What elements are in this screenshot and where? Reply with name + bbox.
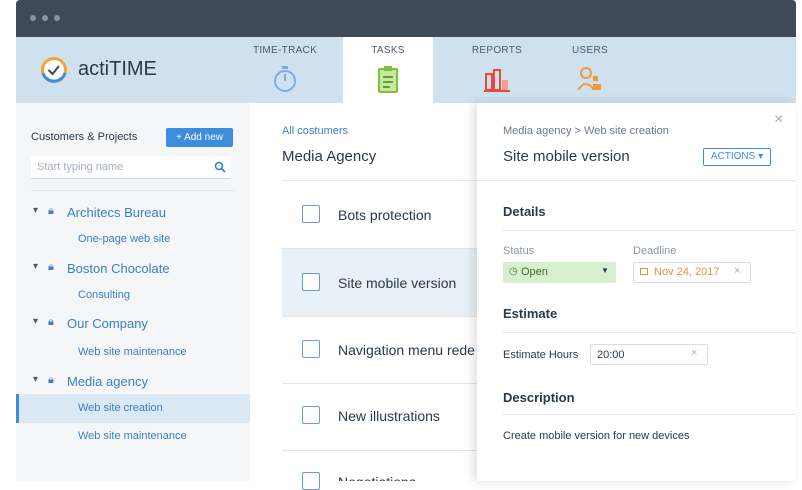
description-heading: Description (503, 390, 575, 405)
page-title: Media Agency (282, 148, 377, 165)
list-divider (282, 248, 477, 249)
lock-icon: 🔒︎ (48, 261, 54, 273)
task-item[interactable]: Bots protection (338, 207, 431, 223)
details-heading: Details (503, 204, 546, 219)
sidebar-title: Customers & Projects (31, 131, 138, 143)
window-zoom-dot[interactable] (54, 15, 60, 21)
collapse-arrow-icon[interactable]: ▾ (33, 261, 38, 272)
detail-breadcrumb[interactable]: Media agency > Web site creation (503, 125, 669, 137)
task-checkbox[interactable] (302, 406, 320, 424)
sidebar-divider (31, 190, 235, 191)
tab-tasks-label: TASKS (371, 45, 405, 56)
deadline-value: Nov 24, 2017 (654, 266, 720, 278)
task-item[interactable]: Navigation menu rede (338, 342, 477, 358)
list-divider (282, 383, 477, 384)
actitime-logo-icon (41, 57, 67, 83)
lock-icon: 🔒︎ (48, 374, 54, 386)
clear-deadline-icon[interactable]: × (734, 265, 740, 277)
breadcrumb[interactable]: All costumers (282, 125, 348, 137)
clock-icon: ◷ (509, 266, 518, 277)
list-divider (282, 316, 477, 317)
section-divider (503, 332, 796, 333)
tab-users-label: USERS (572, 45, 608, 56)
customer-item[interactable]: Media agency (67, 374, 148, 389)
clipboard-icon (378, 66, 398, 93)
status-dropdown[interactable] (503, 262, 616, 283)
app-name: actiTIME (78, 58, 157, 80)
project-item[interactable]: Web site maintenance (78, 430, 187, 442)
window-minimize-dot[interactable] (42, 15, 48, 21)
lock-icon: 🔒︎ (48, 316, 54, 328)
chevron-down-icon: ▼ (601, 266, 609, 275)
customer-item[interactable]: Architecs Bureau (67, 205, 166, 220)
task-checkbox[interactable] (302, 340, 320, 358)
description-text[interactable]: Create mobile version for new devices (503, 430, 689, 442)
list-divider (282, 450, 477, 451)
search-placeholder: Start typing name (37, 161, 124, 173)
bar-chart-icon (484, 69, 510, 92)
users-icon (577, 67, 601, 91)
task-item[interactable]: Negotiations (338, 473, 416, 481)
stopwatch-icon (274, 66, 296, 92)
detail-title: Site mobile version (503, 148, 630, 165)
task-item[interactable]: Site mobile version (338, 275, 456, 291)
project-item[interactable]: Consulting (78, 289, 130, 301)
estimate-heading: Estimate (503, 306, 558, 321)
estimate-label: Estimate Hours (503, 349, 579, 361)
list-divider (282, 180, 477, 181)
section-divider (503, 414, 796, 415)
collapse-arrow-icon[interactable]: ▾ (33, 205, 38, 216)
task-item[interactable]: New illustrations (338, 408, 440, 424)
collapse-arrow-icon[interactable]: ▾ (33, 316, 38, 327)
customer-item[interactable]: Our Company (67, 316, 148, 331)
status-value: Open (521, 266, 548, 278)
tab-users[interactable]: USERS (545, 37, 635, 103)
task-checkbox[interactable] (302, 472, 320, 490)
panel-divider (477, 180, 796, 181)
actions-button[interactable]: ACTIONS ▾ (703, 148, 771, 166)
lock-icon: 🔒︎ (48, 205, 54, 217)
window-close-dot[interactable] (30, 15, 36, 21)
deadline-label: Deadline (633, 245, 677, 257)
close-icon[interactable]: × (774, 111, 783, 129)
section-divider (503, 230, 796, 231)
status-label: Status (503, 245, 535, 257)
task-checkbox[interactable] (302, 273, 320, 291)
customer-item[interactable]: Boston Chocolate (67, 261, 170, 276)
tab-tasks[interactable]: TASKS (343, 37, 433, 103)
tab-reports-label: REPORTS (471, 45, 523, 56)
project-item-selected[interactable]: Web site creation (78, 402, 163, 414)
calendar-icon (640, 268, 648, 275)
tab-reports[interactable]: REPORTS (452, 37, 542, 103)
window-titlebar (16, 0, 796, 37)
project-item[interactable]: Web site maintenance (78, 346, 187, 358)
search-icon[interactable] (214, 161, 226, 173)
tab-time-track[interactable]: TIME-TRACK (240, 37, 330, 103)
estimate-value: 20:00 (597, 349, 625, 361)
task-checkbox[interactable] (302, 205, 320, 223)
collapse-arrow-icon[interactable]: ▾ (33, 374, 38, 385)
add-new-button[interactable]: + Add new (166, 128, 233, 147)
project-item[interactable]: One-page web site (78, 233, 170, 245)
clear-estimate-icon[interactable]: × (691, 347, 697, 359)
tab-time-track-label: TIME-TRACK (252, 45, 318, 56)
